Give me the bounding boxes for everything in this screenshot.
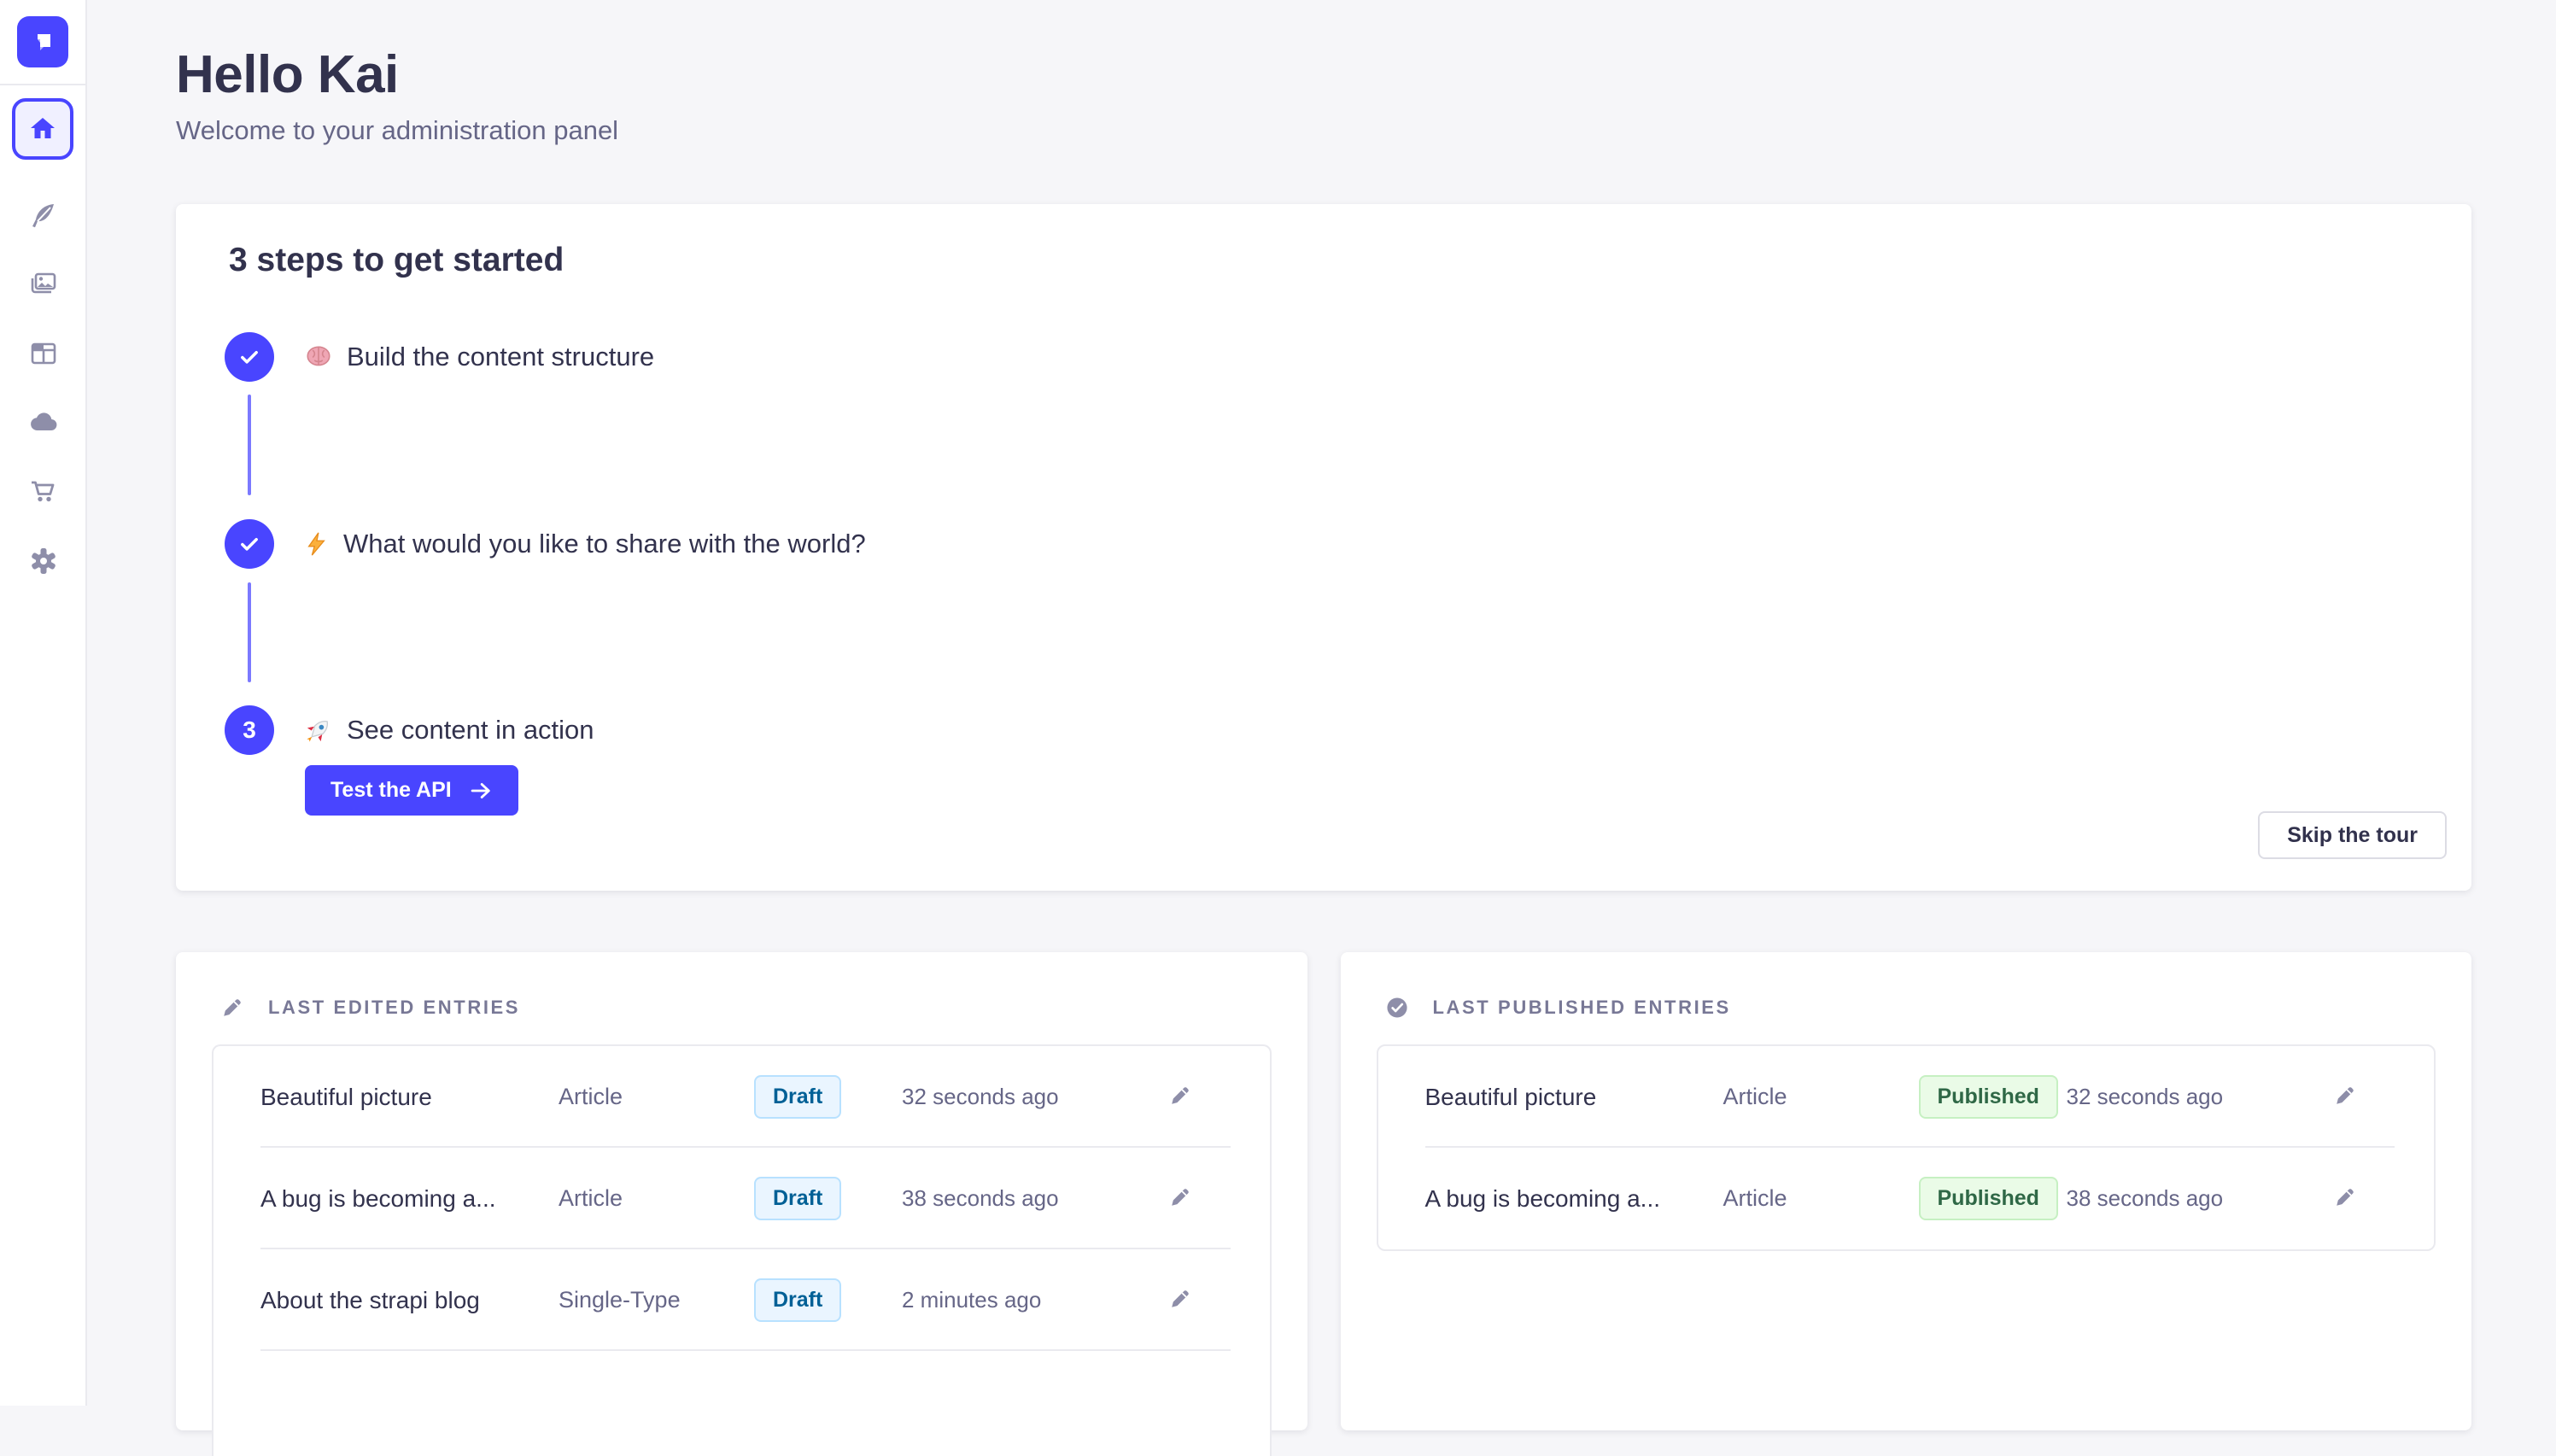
entry-time: 38 seconds ago bbox=[2067, 1185, 2328, 1212]
edit-entry-button[interactable] bbox=[1163, 1080, 1197, 1114]
main-content: Hello Kai Welcome to your administration… bbox=[87, 44, 2556, 1430]
step-3-label[interactable]: See content in action bbox=[304, 705, 594, 755]
edit-entry-button[interactable] bbox=[2328, 1080, 2362, 1114]
step-1-label[interactable]: Build the content structure bbox=[304, 332, 654, 382]
step-1-text: Build the content structure bbox=[347, 342, 654, 372]
last-edited-list: Beautiful picture Article Draft 32 secon… bbox=[212, 1044, 1272, 1456]
edit-entry-button[interactable] bbox=[1163, 1182, 1197, 1216]
cart-icon bbox=[27, 476, 60, 508]
home-icon bbox=[26, 113, 59, 145]
entry-kind: Article bbox=[559, 1084, 754, 1110]
sidebar-item-content-type-builder[interactable] bbox=[0, 319, 87, 388]
entry-kind: Article bbox=[1723, 1084, 1919, 1110]
table-row[interactable]: Beautiful picture Article Draft 32 secon… bbox=[213, 1046, 1270, 1148]
entry-title: Beautiful picture bbox=[1425, 1084, 1723, 1111]
sidebar bbox=[0, 0, 87, 1406]
last-published-heading: LAST PUBLISHED ENTRIES bbox=[1433, 997, 1731, 1019]
onboarding-card: 3 steps to get started Build the content… bbox=[176, 204, 2471, 891]
entry-kind: Article bbox=[559, 1185, 754, 1212]
images-icon bbox=[27, 268, 60, 301]
edit-entry-button[interactable] bbox=[1163, 1284, 1197, 1318]
check-icon bbox=[237, 345, 261, 369]
step-2-done-indicator bbox=[225, 519, 274, 569]
pencil-icon bbox=[1167, 1184, 1194, 1211]
arrow-right-icon bbox=[469, 779, 493, 803]
entry-time: 38 seconds ago bbox=[902, 1185, 1163, 1212]
sidebar-item-home[interactable] bbox=[12, 98, 73, 160]
status-badge: Draft bbox=[754, 1075, 841, 1119]
sidebar-item-deploy[interactable] bbox=[0, 388, 87, 457]
status-badge: Published bbox=[1919, 1177, 2058, 1220]
entry-time: 2 minutes ago bbox=[902, 1287, 1163, 1313]
table-row[interactable]: A bug is becoming a... Article Draft 38 … bbox=[213, 1148, 1270, 1249]
step-2-label[interactable]: What would you like to share with the wo… bbox=[304, 519, 866, 569]
entry-title: A bug is becoming a... bbox=[1425, 1185, 1723, 1213]
step-3-text: See content in action bbox=[347, 715, 594, 746]
pencil-icon bbox=[2331, 1082, 2359, 1109]
page-subtitle: Welcome to your administration panel bbox=[176, 115, 2471, 146]
cloud-icon bbox=[27, 406, 60, 439]
rocket-emoji-icon bbox=[304, 716, 333, 745]
step-2-text: What would you like to share with the wo… bbox=[343, 529, 866, 559]
edit-entry-button[interactable] bbox=[2328, 1182, 2362, 1216]
status-badge: Draft bbox=[754, 1177, 841, 1220]
sidebar-item-content-manager[interactable] bbox=[0, 180, 87, 249]
pencil-icon bbox=[1167, 1082, 1194, 1109]
brain-emoji-icon bbox=[304, 342, 333, 371]
pencil-icon bbox=[219, 994, 246, 1021]
table-row[interactable]: About the strapi blog Single-Type Draft … bbox=[213, 1249, 1270, 1351]
page-title: Hello Kai bbox=[176, 44, 2471, 105]
entry-kind: Article bbox=[1723, 1185, 1919, 1212]
step-connector bbox=[248, 582, 251, 682]
table-row[interactable]: Beautiful picture Article Published 32 s… bbox=[1378, 1046, 2435, 1148]
test-api-label: Test the API bbox=[330, 778, 452, 803]
entry-time: 32 seconds ago bbox=[2067, 1084, 2328, 1110]
last-published-list: Beautiful picture Article Published 32 s… bbox=[1377, 1044, 2436, 1251]
sidebar-item-media-library[interactable] bbox=[0, 249, 87, 319]
strapi-logo[interactable] bbox=[17, 16, 68, 67]
last-edited-header: LAST EDITED ENTRIES bbox=[219, 988, 1272, 1027]
step-1-done-indicator bbox=[225, 332, 274, 382]
status-badge: Draft bbox=[754, 1278, 841, 1322]
status-badge: Published bbox=[1919, 1075, 2058, 1119]
step-3-number: 3 bbox=[243, 716, 256, 744]
logo-wrap bbox=[0, 0, 85, 85]
test-api-button[interactable]: Test the API bbox=[305, 765, 518, 816]
entries-section: LAST EDITED ENTRIES Beautiful picture Ar… bbox=[176, 952, 2471, 1430]
step-3-number-indicator: 3 bbox=[225, 705, 274, 755]
last-edited-card: LAST EDITED ENTRIES Beautiful picture Ar… bbox=[176, 952, 1307, 1430]
step-connector bbox=[248, 395, 251, 495]
check-icon bbox=[237, 532, 261, 556]
entry-time: 32 seconds ago bbox=[902, 1084, 1163, 1110]
gear-icon bbox=[27, 545, 60, 577]
layout-icon bbox=[27, 337, 60, 370]
table-row[interactable]: A bug is becoming a... Article Published… bbox=[1378, 1148, 2435, 1249]
entry-title: A bug is becoming a... bbox=[260, 1185, 559, 1213]
last-published-card: LAST PUBLISHED ENTRIES Beautiful picture… bbox=[1341, 952, 2472, 1430]
check-circle-icon bbox=[1383, 994, 1411, 1021]
pencil-icon bbox=[1167, 1285, 1194, 1313]
entry-title: About the strapi blog bbox=[260, 1287, 559, 1314]
last-edited-heading: LAST EDITED ENTRIES bbox=[268, 997, 520, 1019]
strapi-logo-glyph bbox=[26, 25, 60, 59]
last-published-header: LAST PUBLISHED ENTRIES bbox=[1383, 988, 2436, 1027]
entry-kind: Single-Type bbox=[559, 1287, 754, 1313]
skip-tour-label: Skip the tour bbox=[2287, 823, 2418, 847]
entry-title: Beautiful picture bbox=[260, 1084, 559, 1111]
bolt-emoji-icon bbox=[304, 529, 330, 558]
sidebar-item-marketplace[interactable] bbox=[0, 457, 87, 526]
feather-icon bbox=[27, 199, 60, 231]
onboarding-title: 3 steps to get started bbox=[229, 242, 564, 279]
sidebar-item-settings[interactable] bbox=[0, 526, 87, 595]
skip-tour-button[interactable]: Skip the tour bbox=[2258, 811, 2447, 859]
pencil-icon bbox=[2331, 1184, 2359, 1211]
